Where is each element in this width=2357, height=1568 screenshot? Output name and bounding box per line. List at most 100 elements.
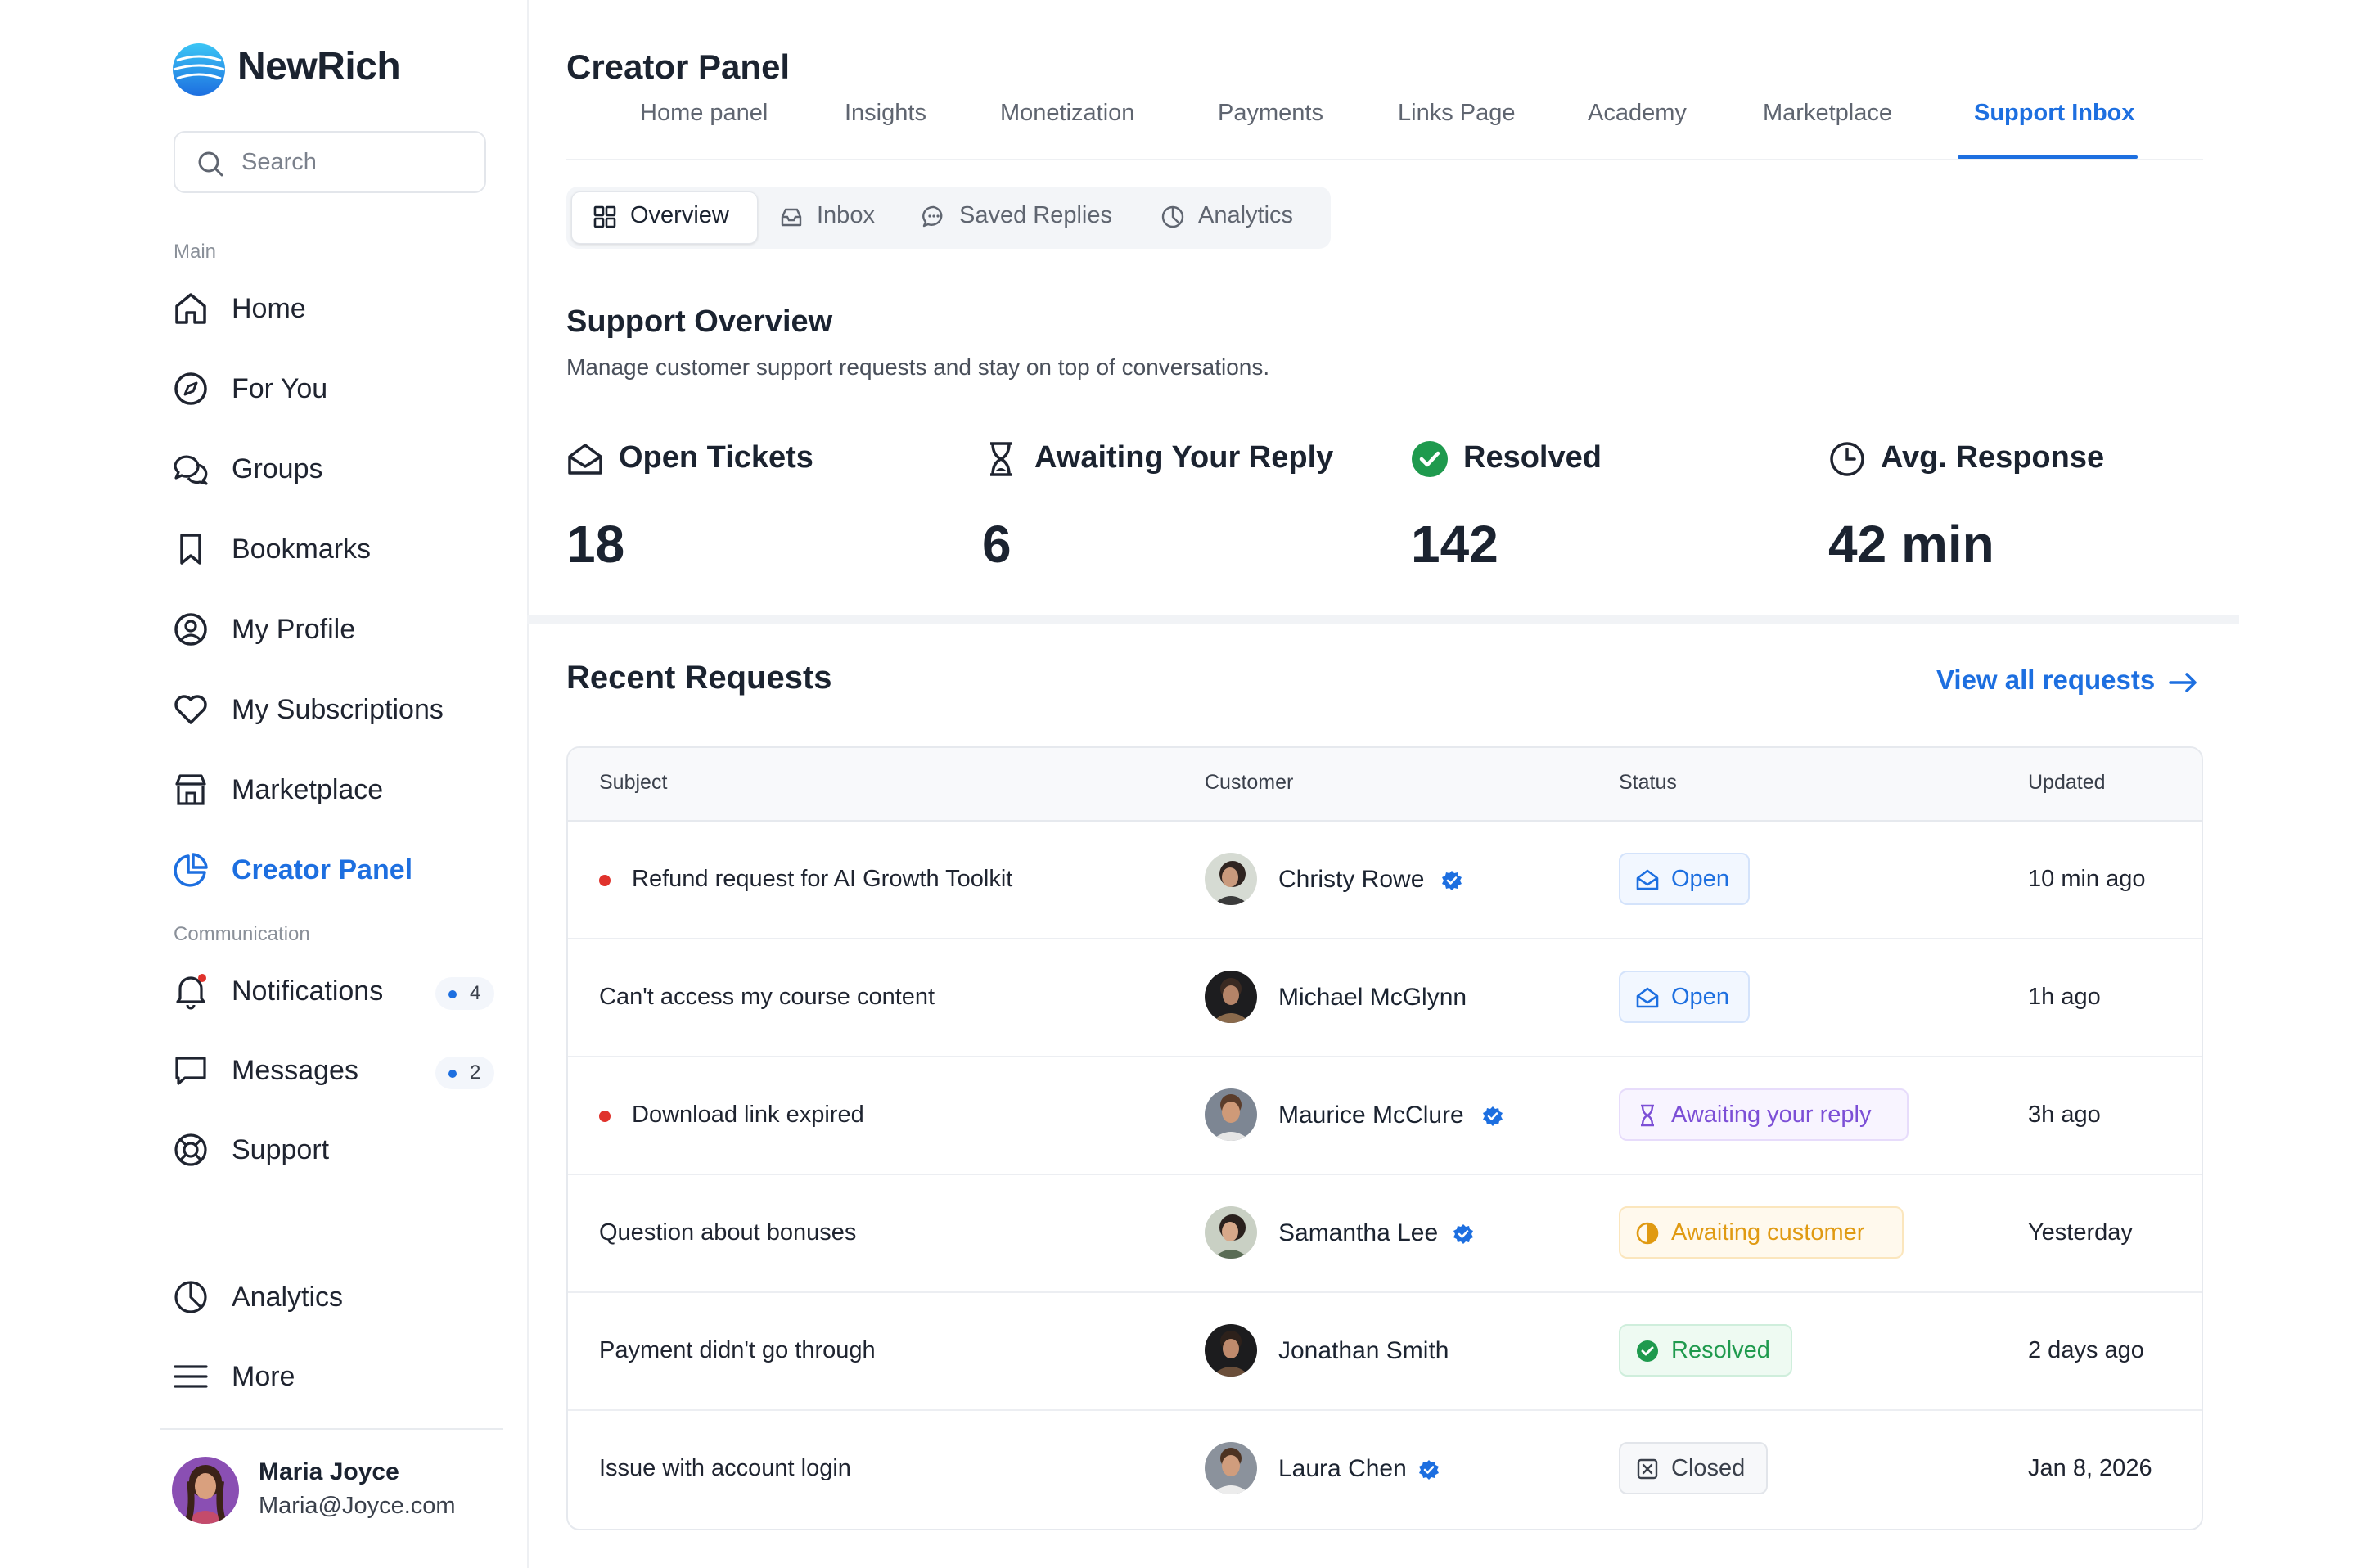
user-email: Maria@Joyce.com [259, 1493, 456, 1519]
request-subject: Payment didn't go through [599, 1337, 876, 1363]
sidebar-item-messages[interactable]: Messages 2 [172, 1045, 499, 1094]
subtab-inbox[interactable]: Inbox [817, 202, 875, 229]
message-count-badge: 2 [435, 1057, 494, 1089]
status-label: Open [1671, 866, 1729, 892]
tab-academy[interactable]: Academy [1588, 100, 1687, 127]
request-subject: Issue with account login [599, 1455, 851, 1481]
section-title: Support Overview [566, 304, 833, 339]
user-name: Maria Joyce [259, 1458, 399, 1485]
sidebar-item-my-profile[interactable]: My Profile [172, 604, 499, 653]
tab-insights[interactable]: Insights [845, 100, 926, 127]
table-row[interactable]: Question about bonuses Samantha Lee Awai… [568, 1174, 2202, 1293]
sidebar-divider [160, 1428, 503, 1430]
subtab-saved-replies[interactable]: Saved Replies [959, 202, 1112, 229]
table-row[interactable]: Refund request for AI Growth Toolkit Chr… [568, 820, 2202, 939]
updated-time: 10 min ago [2028, 866, 2146, 892]
tab-links-page[interactable]: Links Page [1398, 100, 1516, 127]
sidebar-item-groups[interactable]: Groups [172, 444, 499, 493]
section-divider [527, 615, 2239, 624]
tab-payments[interactable]: Payments [1218, 100, 1323, 127]
sidebar-item-label: Home [232, 293, 306, 324]
pie-chart-icon [1161, 205, 1184, 228]
chat-dots-icon [922, 205, 943, 228]
status-badge: Closed [1619, 1442, 1768, 1494]
unread-dot [599, 875, 611, 886]
tab-support-inbox[interactable]: Support Inbox [1974, 100, 2135, 127]
table-row[interactable]: Download link expired Maurice McClure Aw… [568, 1056, 2202, 1175]
updated-time: Jan 8, 2026 [2028, 1455, 2152, 1481]
sidebar-item-my-subscriptions[interactable]: My Subscriptions [172, 684, 499, 733]
check-circle-icon [1412, 441, 1448, 477]
request-subject: Download link expired [632, 1102, 864, 1128]
notification-count-badge: 4 [435, 977, 494, 1010]
view-all-requests-link[interactable]: View all requests [1936, 665, 2155, 696]
sidebar-item-marketplace[interactable]: Marketplace [172, 764, 499, 813]
sidebar-item-label: Marketplace [232, 774, 384, 805]
sidebar-item-support[interactable]: Support [172, 1124, 499, 1174]
pie-chart-icon [174, 1281, 207, 1313]
stat-label-resolved: Resolved [1463, 440, 1602, 475]
tab-monetization[interactable]: Monetization [1000, 100, 1134, 127]
sidebar-item-label: Support [232, 1134, 330, 1165]
sidebar-item-creator-panel[interactable]: Creator Panel [172, 845, 499, 894]
section-label-communication: Communication [174, 923, 310, 945]
avatar [1205, 1442, 1257, 1494]
column-header-status[interactable]: Status [1619, 771, 1677, 795]
header-divider [566, 159, 2203, 160]
sidebar-item-home[interactable]: Home [172, 283, 499, 332]
recent-requests-title: Recent Requests [566, 660, 832, 696]
table-row[interactable]: Can't access my course content Michael M… [568, 938, 2202, 1057]
sidebar-item-bookmarks[interactable]: Bookmarks [172, 524, 499, 573]
sidebar-item-for-you[interactable]: For You [172, 363, 499, 412]
envelope-open-icon [1636, 869, 1659, 890]
arrow-right-icon[interactable] [2167, 669, 2200, 696]
bookmark-icon [180, 534, 201, 565]
subtab-analytics[interactable]: Analytics [1198, 202, 1293, 229]
store-icon [175, 774, 206, 805]
column-header-updated[interactable]: Updated [2028, 771, 2106, 795]
table-row[interactable]: Payment didn't go through Jonathan Smith… [568, 1291, 2202, 1411]
avatar [1205, 1088, 1257, 1141]
status-label: Resolved [1671, 1337, 1770, 1363]
sidebar-item-label: My Profile [232, 614, 356, 645]
stat-label-avg-response: Avg. Response [1881, 440, 2105, 475]
tab-home-panel[interactable]: Home panel [640, 100, 768, 127]
envelope-open-icon [568, 444, 602, 475]
section-subtitle: Manage customer support requests and sta… [566, 354, 1270, 380]
lifebuoy-icon [174, 1133, 207, 1166]
user-avatar[interactable] [172, 1457, 239, 1524]
sidebar-item-notifications[interactable]: Notifications 4 [172, 966, 499, 1015]
avatar [1205, 971, 1257, 1023]
envelope-open-icon [1636, 987, 1659, 1008]
stat-label-awaiting-reply: Awaiting Your Reply [1034, 440, 1334, 475]
sidebar: NewRich Search Main Home For You Groups … [0, 0, 529, 1568]
customer-name: Maurice McClure [1278, 1102, 1464, 1129]
status-label: Open [1671, 984, 1729, 1010]
column-header-customer[interactable]: Customer [1205, 771, 1293, 795]
request-subject: Can't access my course content [599, 984, 935, 1010]
stat-value-avg-response: 42 min [1828, 515, 1994, 574]
tab-marketplace[interactable]: Marketplace [1763, 100, 1892, 127]
status-badge: Open [1619, 853, 1750, 905]
customer-name: Michael McGlynn [1278, 984, 1467, 1011]
sidebar-item-label: Notifications [232, 975, 384, 1007]
check-circle-icon [1637, 1340, 1658, 1362]
menu-icon [174, 1365, 208, 1388]
stat-value-awaiting-reply: 6 [982, 515, 1012, 574]
customer-name: Jonathan Smith [1278, 1337, 1449, 1364]
hourglass-icon [1641, 1104, 1654, 1127]
brand-logo-icon[interactable] [172, 43, 226, 97]
sidebar-item-more[interactable]: More [172, 1351, 499, 1400]
sidebar-item-analytics[interactable]: Analytics [172, 1272, 499, 1321]
unread-dot [599, 1111, 611, 1122]
chat-bubbles-icon [174, 455, 208, 485]
requests-table: Subject Customer Status Updated Refund r… [566, 746, 2203, 1530]
brand-name[interactable]: NewRich [237, 44, 401, 89]
customer-name: Samantha Lee [1278, 1219, 1439, 1246]
column-header-subject[interactable]: Subject [599, 771, 667, 795]
table-header: Subject Customer Status Updated [568, 748, 2202, 822]
pie-chart-icon [174, 853, 208, 887]
table-row[interactable]: Issue with account login Laura Chen Clos… [568, 1409, 2202, 1527]
subtab-overview-label[interactable]: Overview [630, 202, 729, 229]
stat-value-open-tickets: 18 [566, 515, 625, 574]
